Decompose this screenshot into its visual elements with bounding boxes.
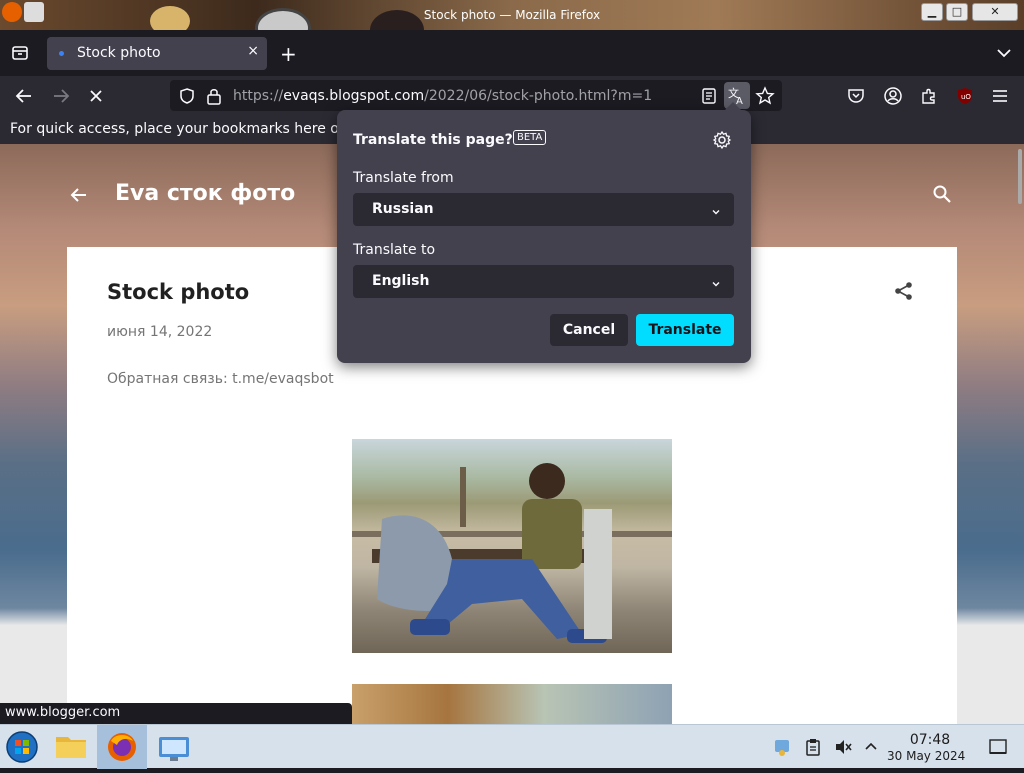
translate-button[interactable]: Translate [636,314,734,346]
app-menu-icon[interactable] [990,86,1010,106]
translate-to-value: English [372,273,430,289]
beta-badge: BETA [513,130,547,145]
url-text[interactable]: https://evaqs.blogspot.com/2022/06/stock… [233,88,652,104]
reader-view-icon[interactable] [700,87,718,105]
chevron-up-icon[interactable] [861,737,881,757]
account-icon[interactable] [883,86,903,106]
clock-date[interactable]: 30 May 2024 [887,749,965,763]
url-path: /2022/06/stock-photo.html?m=1 [424,88,653,104]
url-scheme: https:// [233,88,284,104]
cancel-button[interactable]: Cancel [550,314,628,346]
post-title: Stock photo [107,280,250,304]
firefox-view-icon[interactable] [10,43,30,63]
window-titlebar: Stock photo — Mozilla Firefox ▁ □ ✕ [0,0,1024,30]
svg-text:uO: uO [961,93,971,101]
tracking-protection-shield-icon[interactable] [178,87,196,105]
pocket-icon[interactable] [846,86,866,106]
file-manager-taskbar-icon[interactable] [46,725,96,769]
list-all-tabs-icon[interactable] [995,44,1013,62]
tab-stock-photo[interactable]: Stock photo × [47,37,267,70]
url-host: evaqs.blogspot.com [283,88,425,104]
network-tray-icon[interactable] [772,737,792,757]
post-date: июня 14, 2022 [107,324,213,340]
bookmark-star-icon[interactable] [755,86,775,106]
close-tab-icon[interactable]: × [247,43,259,59]
status-link-preview: www.blogger.com [0,703,352,724]
control-panel-taskbar-icon[interactable] [149,725,199,769]
close-window-button[interactable]: ✕ [972,3,1018,21]
firefox-taskbar-icon[interactable] [97,725,147,769]
translate-from-value: Russian [372,201,434,217]
translate-popup-title: Translate this page? [353,132,513,148]
extensions-icon[interactable] [919,86,939,106]
bookmarks-hint-text: For quick access, place your bookmarks h… [10,121,348,137]
page-scrollbar[interactable] [1018,149,1022,204]
translate-to-label: Translate to [353,242,436,258]
translate-to-select[interactable]: English [353,265,734,298]
tab-title: Stock photo [77,45,161,61]
url-bar[interactable]: https://evaqs.blogspot.com/2022/06/stock… [170,80,782,111]
taskbar: 07:48 30 May 2024 [0,724,1024,769]
clock-time[interactable]: 07:48 [905,732,955,748]
post-body-text: Обратная связь: t.me/evaqsbot [107,371,334,387]
share-icon[interactable] [893,280,915,302]
volume-muted-tray-icon[interactable] [833,737,853,757]
chevron-down-icon [710,275,722,287]
back-icon[interactable] [13,86,35,106]
new-tab-button[interactable]: + [280,42,297,66]
post-photo-building[interactable] [352,684,672,724]
stop-loading-icon[interactable] [86,86,106,106]
start-menu-button[interactable] [0,725,50,769]
clipboard-tray-icon[interactable] [803,737,823,757]
translate-from-label: Translate from [353,170,454,186]
lock-icon[interactable] [206,87,222,105]
post-photo-boy-on-bench[interactable] [352,439,672,653]
translate-popup: Translate this page? BETA Translate from… [337,102,751,363]
window-title: Stock photo — Mozilla Firefox [423,8,601,22]
maximize-button[interactable]: □ [946,3,968,21]
ublock-origin-icon[interactable]: uO [955,86,975,106]
blog-back-arrow-icon[interactable] [68,184,90,212]
translate-from-select[interactable]: Russian [353,193,734,226]
blog-title[interactable]: Eva сток фото [115,181,295,206]
tab-loading-icon [59,51,64,56]
blog-search-icon[interactable] [932,184,952,204]
translate-settings-gear-icon[interactable] [712,130,732,150]
chevron-down-icon [710,203,722,215]
show-desktop-icon[interactable] [988,737,1008,757]
forward-icon[interactable] [50,86,72,106]
minimize-button[interactable]: ▁ [921,3,943,21]
